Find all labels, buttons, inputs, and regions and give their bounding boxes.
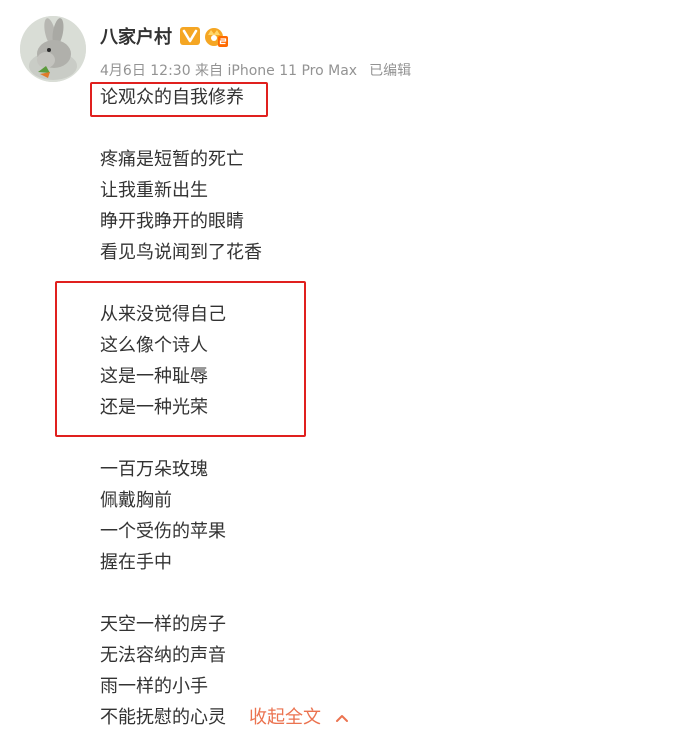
poem-line: 不能抚慰的心灵 — [100, 707, 226, 728]
poem-line: 让我重新出生 — [100, 180, 208, 201]
highlight-box-title — [90, 82, 268, 117]
post-meta: 4月6日 12:30 来自 iPhone 11 Pro Max 已编辑 — [100, 60, 411, 80]
avatar[interactable] — [20, 16, 86, 82]
member-level-crown-icon[interactable] — [204, 25, 228, 47]
collapse-full-text-link[interactable]: 收起全文 — [249, 706, 349, 730]
poem-line: 睁开我睁开的眼睛 — [100, 211, 244, 232]
post-timestamp-source[interactable]: 4月6日 12:30 来自 iPhone 11 Pro Max — [100, 60, 357, 80]
highlight-box-stanza — [55, 281, 306, 437]
edited-label[interactable]: 已编辑 — [369, 60, 411, 80]
author-name[interactable]: 八家户村 — [100, 23, 172, 49]
rabbit-avatar-image — [20, 16, 86, 82]
collapse-label: 收起全文 — [249, 707, 321, 728]
poem-line: 看见鸟说闻到了花香 — [100, 242, 262, 263]
verified-v-badge-icon[interactable] — [180, 27, 200, 45]
poem-line: 天空一样的房子 — [100, 614, 226, 635]
poem-line: 一百万朵玫瑰 — [100, 459, 208, 480]
poem-line: 无法容纳的声音 — [100, 645, 226, 666]
poem-line: 雨一样的小手 — [100, 676, 208, 697]
poem-line: 握在手中 — [100, 552, 172, 573]
author-row: 八家户村 — [100, 22, 228, 50]
poem-line: 一个受伤的苹果 — [100, 521, 226, 542]
poem-line: 佩戴胸前 — [100, 490, 172, 511]
chevron-up-icon — [335, 713, 349, 723]
poem-line: 疼痛是短暂的死亡 — [100, 149, 244, 170]
